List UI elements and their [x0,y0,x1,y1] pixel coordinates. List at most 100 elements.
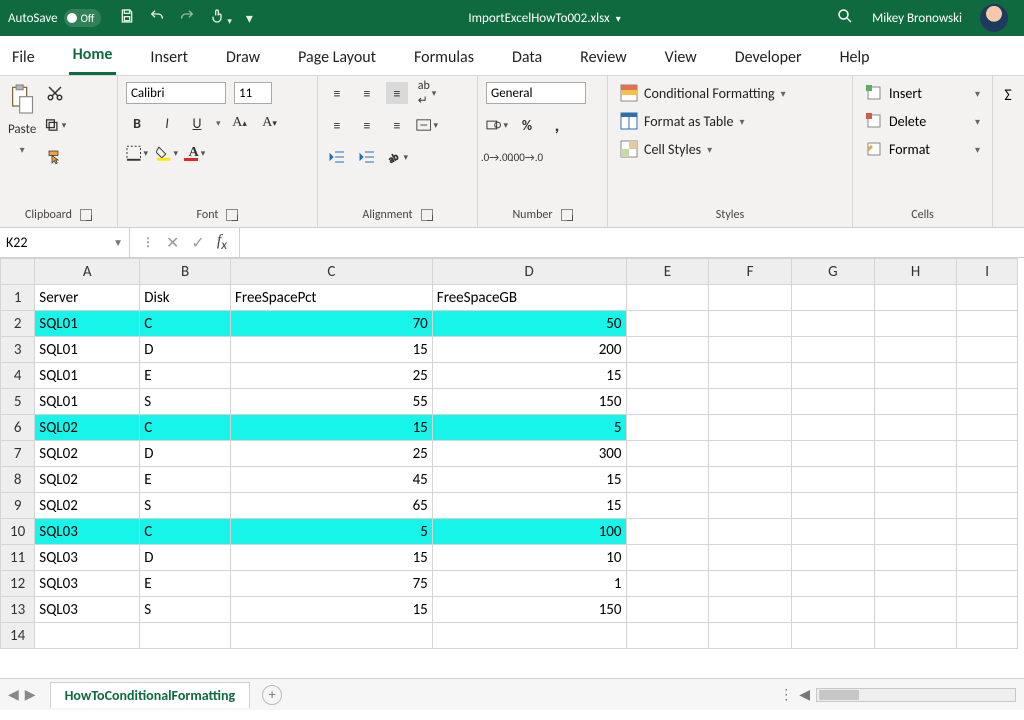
cell[interactable] [626,389,709,415]
cell[interactable] [874,493,957,519]
cell[interactable]: S [140,597,231,623]
cell[interactable]: 150 [432,597,626,623]
qat-customize-icon[interactable]: ▾ [246,10,253,27]
fx-icon[interactable]: fx [217,232,227,253]
cell[interactable]: 15 [432,493,626,519]
select-all-corner[interactable] [1,259,35,285]
insert-cells-button[interactable]: Insert▾ [861,82,984,104]
cell[interactable] [709,467,792,493]
align-left-button[interactable]: ≡ [326,114,348,136]
cell[interactable] [709,493,792,519]
cell[interactable]: D [140,441,231,467]
cell[interactable]: 150 [432,389,626,415]
cell[interactable]: 5 [231,519,433,545]
cell[interactable] [140,623,231,649]
tab-help[interactable]: Help [836,40,874,75]
cell[interactable] [709,363,792,389]
cell[interactable] [791,493,874,519]
format-as-table-button[interactable]: Format as Table▾ [616,110,844,132]
cell[interactable] [626,415,709,441]
cell[interactable]: 10 [432,545,626,571]
cut-icon[interactable] [44,82,66,104]
cell[interactable]: 45 [231,467,433,493]
sheet-tab-active[interactable]: HowToConditionalFormatting [50,682,251,708]
row-header[interactable]: 13 [1,597,35,623]
cell[interactable] [874,363,957,389]
cell[interactable] [791,363,874,389]
cell[interactable] [874,441,957,467]
merge-center-button[interactable] [416,114,438,136]
cell[interactable] [35,623,140,649]
cell[interactable] [874,623,957,649]
paste-button[interactable]: Paste ▾ [8,82,36,156]
row-header[interactable]: 14 [1,623,35,649]
font-size-select[interactable] [234,82,272,104]
format-cells-button[interactable]: Format▾ [861,138,984,160]
cell[interactable]: D [140,337,231,363]
cell[interactable] [957,597,1018,623]
cell[interactable]: 50 [432,311,626,337]
row-header[interactable]: 6 [1,415,35,441]
row-header[interactable]: 2 [1,311,35,337]
cell[interactable] [791,623,874,649]
tab-data[interactable]: Data [508,40,546,75]
cell[interactable] [709,597,792,623]
tab-view[interactable]: View [661,40,701,75]
column-header-E[interactable]: E [626,259,709,285]
tab-insert[interactable]: Insert [146,40,192,75]
cell[interactable] [874,467,957,493]
cell[interactable] [432,623,626,649]
cell[interactable] [957,415,1018,441]
cell[interactable]: E [140,363,231,389]
cell[interactable] [874,597,957,623]
cell[interactable] [709,285,792,311]
increase-decimal-button[interactable]: .0→.00 [486,146,508,168]
cell[interactable] [874,571,957,597]
cell[interactable] [231,623,433,649]
cell[interactable] [626,597,709,623]
undo-icon[interactable] [149,8,165,28]
decrease-font-button[interactable]: A▾ [259,112,281,134]
dialog-launcher-alignment[interactable] [421,209,433,221]
touch-mode-icon[interactable]: ▾ [209,8,232,28]
dialog-launcher-number[interactable] [561,209,573,221]
cell[interactable] [709,337,792,363]
cell[interactable]: 15 [432,363,626,389]
column-header-A[interactable]: A [35,259,140,285]
cell[interactable] [874,519,957,545]
cell[interactable] [791,311,874,337]
cell[interactable]: 25 [231,441,433,467]
dialog-launcher-clipboard[interactable] [80,209,92,221]
name-box[interactable]: K22 ▼ [0,228,130,257]
cell[interactable] [626,285,709,311]
cell[interactable]: S [140,493,231,519]
sheet-nav-prev-icon[interactable]: ◀ [8,686,19,703]
underline-button[interactable]: U [186,112,208,134]
font-name-select[interactable] [126,82,226,104]
cell[interactable]: Server [35,285,140,311]
toggle-switch[interactable]: Off [64,9,102,27]
cell[interactable] [957,467,1018,493]
cell[interactable]: SQL03 [35,597,140,623]
cell[interactable]: 300 [432,441,626,467]
cell[interactable]: S [140,389,231,415]
cell[interactable]: FreeSpaceGB [432,285,626,311]
column-header-D[interactable]: D [432,259,626,285]
cell[interactable] [626,493,709,519]
sheet-nav-next-icon[interactable]: ▶ [25,686,36,703]
cell[interactable] [626,467,709,493]
tab-draw[interactable]: Draw [222,40,264,75]
row-header[interactable]: 1 [1,285,35,311]
cell[interactable]: 55 [231,389,433,415]
cell[interactable]: SQL02 [35,441,140,467]
cell[interactable] [626,441,709,467]
number-format-select[interactable] [486,82,586,104]
cell[interactable]: SQL03 [35,571,140,597]
cell[interactable] [957,623,1018,649]
row-header[interactable]: 10 [1,519,35,545]
user-name[interactable]: Mikey Bronowski [872,11,962,26]
cell[interactable]: SQL01 [35,363,140,389]
column-header-F[interactable]: F [709,259,792,285]
row-header[interactable]: 8 [1,467,35,493]
cell[interactable]: 15 [231,597,433,623]
